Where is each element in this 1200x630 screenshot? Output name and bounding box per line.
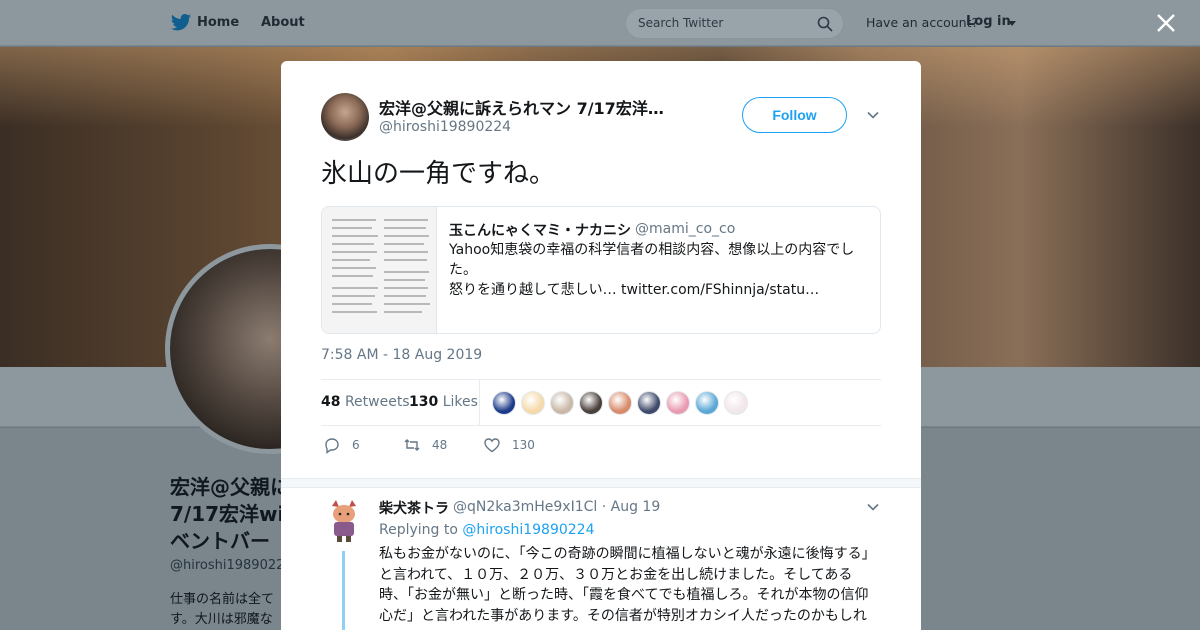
profile-name-line: ベントバー [170, 529, 270, 553]
search-input[interactable]: Search Twitter [625, 8, 844, 39]
follow-button[interactable]: Follow [742, 97, 847, 133]
liker-avatar[interactable] [608, 391, 632, 415]
nav-about-link[interactable]: About [261, 15, 305, 30]
quoted-tweet-text: Yahoo知恵袋の幸福の科学信者の相談内容、想像以上の内容でした。 怒りを通り越… [449, 240, 859, 300]
quoted-author-handle: @mami_co_co [635, 221, 736, 237]
profile-name-line: 7/17宏洋wit [170, 502, 290, 526]
search-icon[interactable] [817, 16, 833, 32]
liker-avatar[interactable] [695, 391, 719, 415]
reply-icon[interactable] [323, 436, 341, 454]
quoted-author-name: 玉こんにゃくマミ・ナカニシ [449, 223, 631, 239]
tweet-modal: 宏洋@父親に訴えられマン 7/17宏洋… @hiroshi19890224 Fo… [281, 61, 921, 630]
heart-icon[interactable] [483, 436, 501, 454]
profile-bio-line: す。大川は邪魔な [170, 612, 273, 627]
retweet-icon[interactable] [403, 436, 421, 454]
chevron-down-icon[interactable] [867, 109, 879, 121]
login-link[interactable]: Log in [966, 14, 1011, 29]
liker-avatar[interactable] [521, 391, 545, 415]
quoted-tweet-image[interactable] [322, 207, 437, 333]
author-handle[interactable]: @hiroshi19890224 [379, 119, 511, 135]
profile-bio-line: 仕事の名前は全て [170, 592, 275, 607]
tweet-actions: 6 48 130 [321, 436, 881, 460]
tweet-text: 氷山の一角ですね。 [321, 159, 556, 189]
retweets-label: Retweets [344, 394, 410, 410]
liker-avatar[interactable] [637, 391, 661, 415]
profile-handle: @hiroshi19890224 [170, 558, 288, 573]
likes-count: 130 [409, 394, 439, 410]
profile-name: 宏洋@父親に 7/17宏洋wit ベントバー [170, 474, 290, 555]
reply-author-name[interactable]: 柴犬茶トラ [379, 498, 449, 518]
reply-count: 6 [352, 438, 360, 452]
profile-name-line: 宏洋@父親に [170, 475, 290, 499]
quoted-tweet[interactable]: 玉こんにゃくマミ・ナカニシ @mami_co_co Yahoo知恵袋の幸福の科学… [321, 206, 881, 334]
liker-avatar[interactable] [492, 391, 516, 415]
profile-bio: 仕事の名前は全て す。大川は邪魔な [170, 590, 286, 630]
section-separator [281, 478, 921, 488]
quoted-text-line: Yahoo知恵袋の幸福の科学信者の相談内容、想像以上の内容でした。 [449, 242, 855, 278]
liker-avatar[interactable] [579, 391, 603, 415]
author-name[interactable]: 宏洋@父親に訴えられマン 7/17宏洋… [379, 95, 719, 119]
quoted-text-line: 怒りを通り越して悲しい… twitter.com/FShinnja/statu… [449, 282, 820, 298]
tweet-timestamp[interactable]: 7:58 AM - 18 Aug 2019 [321, 347, 482, 363]
top-navigation-bar: Home About Search Twitter Have an accoun… [0, 0, 1200, 46]
likes-label: Likes [442, 394, 478, 410]
reply-author-handle[interactable]: @qN2ka3mHe9xI1Cl · Aug 19 [453, 499, 660, 515]
likes-stat[interactable]: 130 Likes [409, 394, 478, 410]
liker-avatar[interactable] [724, 391, 748, 415]
chevron-down-icon[interactable] [1008, 21, 1016, 26]
retweet-count: 48 [432, 438, 448, 452]
replying-to-link[interactable]: @hiroshi19890224 [462, 522, 594, 538]
tweet-stats: 48 Retweets 130 Likes [321, 379, 881, 426]
nav-home-link[interactable]: Home [197, 15, 239, 30]
replying-to: Replying to @hiroshi19890224 [379, 522, 594, 538]
retweets-count: 48 [321, 394, 341, 410]
like-count: 130 [512, 438, 535, 452]
retweets-stat[interactable]: 48 Retweets [321, 394, 410, 410]
reply-author-avatar[interactable] [324, 498, 364, 544]
liker-avatar[interactable] [666, 391, 690, 415]
replying-to-label: Replying to [379, 522, 458, 538]
liker-avatar[interactable] [550, 391, 574, 415]
thread-line [342, 551, 345, 630]
close-icon[interactable] [1155, 12, 1177, 34]
account-prompt: Have an account? [866, 15, 979, 30]
reply-text: 私もお金がないのに、「今この奇跡の瞬間に植福しないと魂が永遠に後悔する」と言われ… [379, 546, 876, 624]
search-placeholder: Search Twitter [638, 16, 724, 30]
chevron-down-icon[interactable] [867, 501, 879, 513]
twitter-bird-icon[interactable] [170, 13, 192, 33]
stats-divider [479, 380, 480, 426]
author-avatar[interactable] [321, 93, 369, 141]
